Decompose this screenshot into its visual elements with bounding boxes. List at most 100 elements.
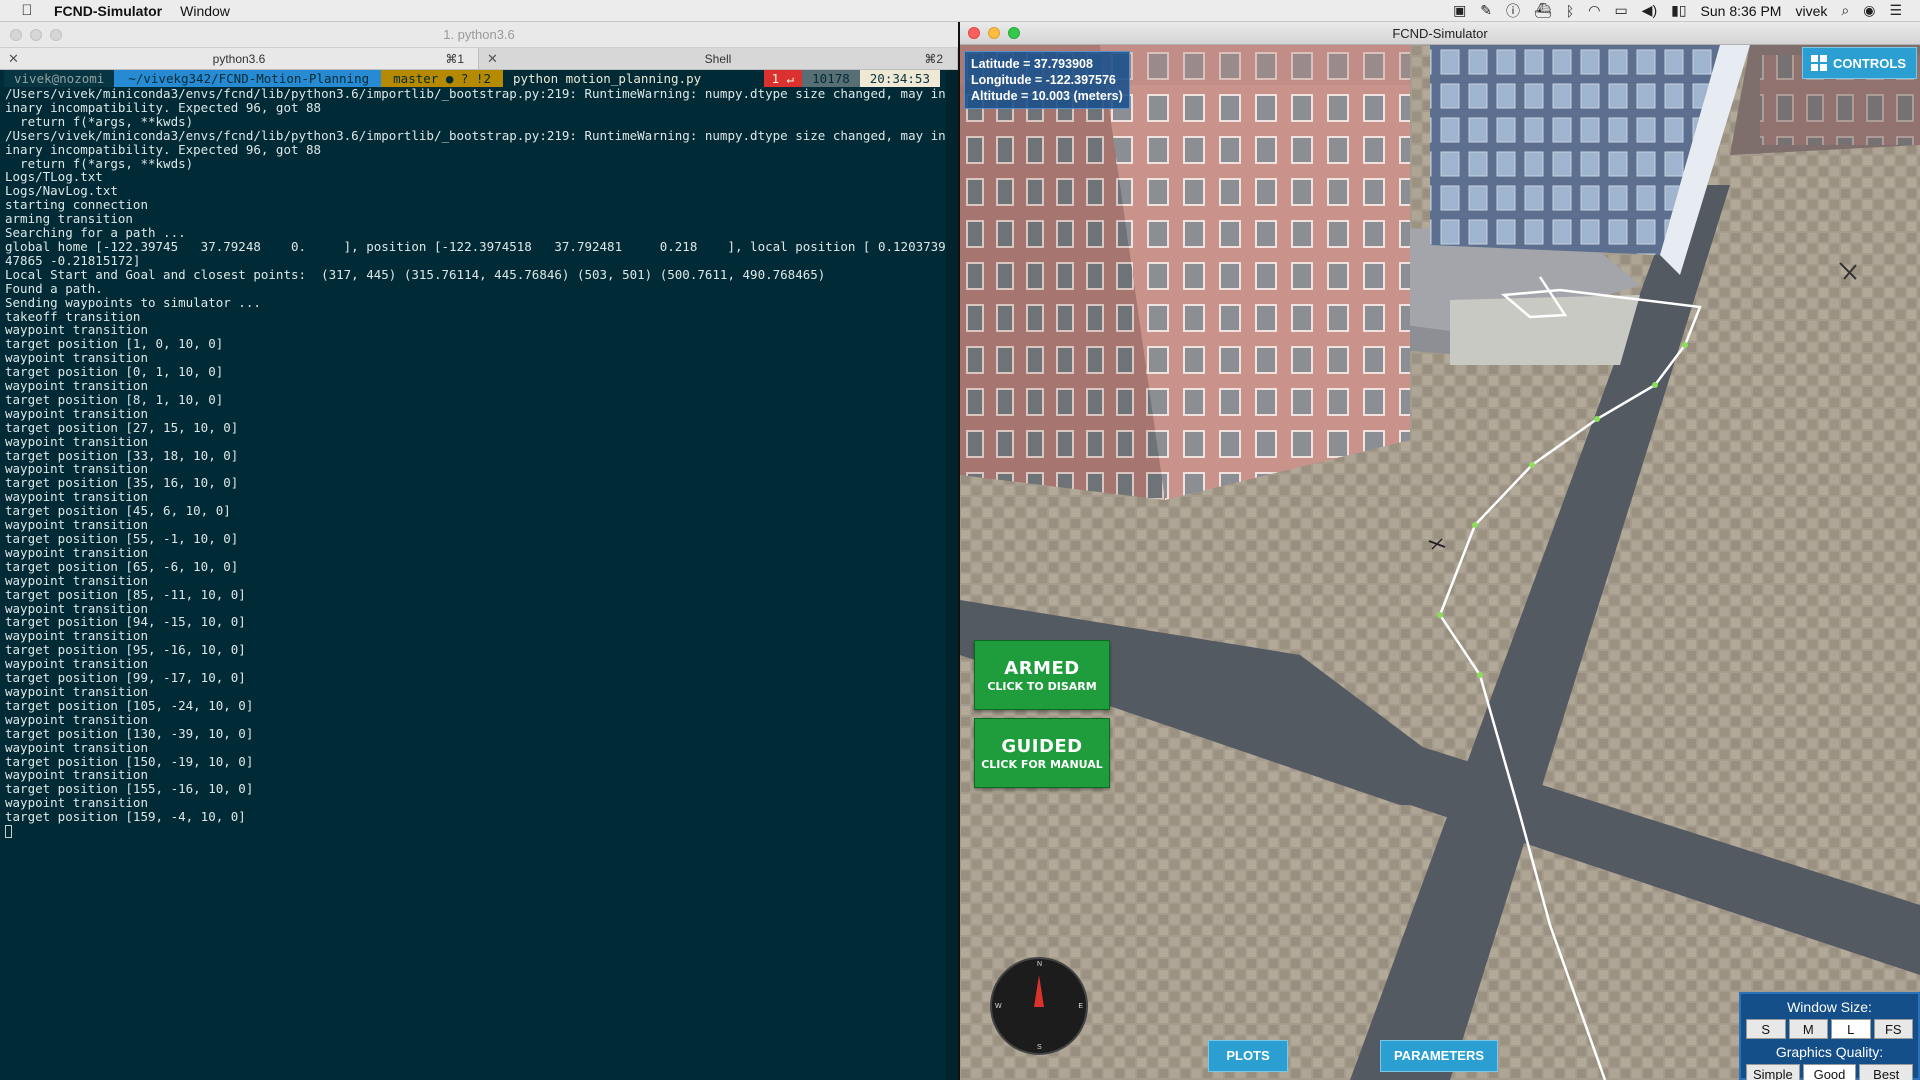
prompt-user-host: vivek@nozomi xyxy=(4,70,115,87)
terminal-line: target position [8, 1, 10, 0] xyxy=(5,391,224,407)
terminal-line: target position [55, -1, 10, 0] xyxy=(5,531,239,546)
window-size-fs-button[interactable]: FS xyxy=(1873,1019,1913,1039)
terminal-line: waypoint transition xyxy=(5,433,148,449)
terminal-scrollbar[interactable] xyxy=(946,70,958,1080)
longitude-readout: Longitude = -122.397576 xyxy=(971,73,1116,87)
minimize-window-icon[interactable] xyxy=(30,29,42,41)
terminal-line: waypoint transition xyxy=(5,795,148,811)
zoom-window-icon[interactable] xyxy=(50,29,62,41)
parameters-button[interactable]: PARAMETERS xyxy=(1380,1040,1498,1072)
close-window-icon[interactable] xyxy=(10,29,22,41)
apple-icon[interactable]:  xyxy=(0,2,54,19)
screen-icon[interactable]: ▣ xyxy=(1453,2,1466,19)
volume-icon[interactable]: ◀) xyxy=(1642,2,1657,19)
terminal-line: target position [159, -4, 10, 0] xyxy=(5,809,246,825)
terminal-line: target position [150, -19, 10, 0] xyxy=(5,753,254,769)
terminal-line: Searching for a path ... xyxy=(5,225,186,241)
terminal-line: target position [0, 1, 10, 0] xyxy=(5,364,224,380)
terminal-line: /Users/vivek/miniconda3/envs/fcnd/lib/py… xyxy=(5,127,1006,143)
close-tab-icon[interactable]: ✕ xyxy=(8,51,19,67)
plots-button[interactable]: PLOTS xyxy=(1208,1040,1288,1072)
controls-label: CONTROLS xyxy=(1833,55,1906,71)
window-size-s-button[interactable]: S xyxy=(1746,1019,1786,1039)
notification-icon[interactable]: ☰ xyxy=(1889,2,1902,19)
terminal-line: global home [-122.39745 37.79248 0. ], p… xyxy=(5,238,1006,254)
compass-needle-icon xyxy=(1034,975,1044,1007)
terminal-line: Local Start and Goal and closest points:… xyxy=(5,266,826,282)
quality-best-button[interactable]: Best xyxy=(1859,1064,1914,1080)
shell-prompt: vivek@nozomi ~/vivekg342/FCND-Motion-Pla… xyxy=(0,70,958,87)
grid-icon xyxy=(1811,55,1828,71)
close-window-icon[interactable] xyxy=(968,27,980,39)
terminal-line: waypoint transition xyxy=(5,350,148,366)
terminal-line: Found a path. xyxy=(5,280,103,296)
simulator-title: FCND-Simulator xyxy=(1392,25,1488,41)
terminal-line: waypoint transition xyxy=(5,322,148,338)
terminal-line: target position [95, -16, 10, 0] xyxy=(5,642,246,658)
armed-button[interactable]: ARMED CLICK TO DISARM xyxy=(974,640,1110,710)
waypoint-marker xyxy=(1682,342,1688,348)
terminal-output[interactable]: /Users/vivek/miniconda3/envs/fcnd/lib/py… xyxy=(0,87,1006,825)
terminal-line: waypoint transition xyxy=(5,489,148,505)
terminal-title: 1. python3.6 xyxy=(443,27,515,42)
status-area: ▣ ✎ ⓘ ⛴ ᛒ ◠ ▭ ◀) ▮▯ Sun 8:36 PM vivek ⌕ … xyxy=(1453,1,1920,21)
terminal-line: takeoff transition xyxy=(5,308,141,324)
quality-good-button[interactable]: Good xyxy=(1802,1064,1857,1080)
prompt-error-code: 1 ↵ xyxy=(763,70,803,87)
battery-icon[interactable]: ▮▯ xyxy=(1671,2,1686,19)
airplay-icon[interactable]: ▭ xyxy=(1614,2,1627,19)
terminal-titlebar[interactable]: 1. python3.6 xyxy=(0,22,958,48)
terminal-line: inary incompatibility. Expected 96, got … xyxy=(5,141,322,157)
terminal-line: waypoint transition xyxy=(5,628,148,644)
bluetooth-icon[interactable]: ᛒ xyxy=(1566,3,1574,19)
evernote-icon[interactable]: ✎ xyxy=(1480,2,1492,19)
wifi-icon[interactable]: ◠ xyxy=(1588,2,1600,19)
guided-sublabel: CLICK FOR MANUAL xyxy=(981,757,1103,771)
armed-sublabel: CLICK TO DISARM xyxy=(987,679,1097,693)
terminal-line: target position [130, -39, 10, 0] xyxy=(5,725,254,741)
terminal-tab-bar: ✕ python3.6 ⌘1 ✕ Shell ⌘2 xyxy=(0,48,958,70)
clock[interactable]: Sun 8:36 PM xyxy=(1701,3,1782,19)
terminal-line: waypoint transition xyxy=(5,683,148,699)
gps-readout: Latitude = 37.793908 Longitude = -122.39… xyxy=(964,51,1130,109)
terminal-window: 1. python3.6 ✕ python3.6 ⌘1 ✕ Shell ⌘2 v… xyxy=(0,22,1006,1080)
quality-simple-button[interactable]: Simple xyxy=(1746,1064,1800,1080)
terminal-line: target position [33, 18, 10, 0] xyxy=(5,447,239,463)
menu-window[interactable]: Window xyxy=(180,3,230,19)
graphics-quality-title: Graphics Quality: xyxy=(1775,1044,1884,1060)
spotlight-icon[interactable]: ⌕ xyxy=(1841,2,1849,19)
user-name[interactable]: vivek xyxy=(1795,3,1827,19)
tab-python[interactable]: ✕ python3.6 ⌘1 xyxy=(0,48,479,69)
city-scene xyxy=(960,45,1920,1080)
terminal-line: return f(*args, **kwds) xyxy=(5,155,194,171)
tab-label: Shell xyxy=(704,51,732,66)
simulator-3d-view[interactable] xyxy=(960,45,1920,1080)
terminal-line: target position [65, -6, 10, 0] xyxy=(5,558,239,574)
simulator-titlebar[interactable]: FCND-Simulator xyxy=(960,22,1920,45)
terminal-line: waypoint transition xyxy=(5,572,148,588)
guided-label: GUIDED xyxy=(1001,735,1083,757)
terminal-line: waypoint transition xyxy=(5,711,148,727)
minimize-window-icon[interactable] xyxy=(988,27,1000,39)
terminal-cursor xyxy=(5,825,12,839)
close-tab-icon[interactable]: ✕ xyxy=(487,51,498,67)
terminal-line: target position [27, 15, 10, 0] xyxy=(5,419,239,435)
zoom-window-icon[interactable] xyxy=(1008,27,1020,39)
tab-shell[interactable]: ✕ Shell ⌘2 xyxy=(479,48,958,69)
terminal-line: target position [99, -17, 10, 0] xyxy=(5,670,246,686)
parameters-label: PARAMETERS xyxy=(1393,1048,1485,1063)
window-size-l-button[interactable]: L xyxy=(1831,1019,1871,1039)
docker-icon[interactable]: ⛴ xyxy=(1534,2,1552,19)
settings-panel: Window Size: S M L FS Graphics Quality: … xyxy=(1739,992,1920,1080)
guided-button[interactable]: GUIDED CLICK FOR MANUAL xyxy=(974,718,1110,788)
onepassword-icon[interactable]: ⓘ xyxy=(1506,1,1520,21)
window-size-m-button[interactable]: M xyxy=(1788,1019,1828,1039)
menu-app-name[interactable]: FCND-Simulator xyxy=(54,3,162,19)
siri-icon[interactable]: ◉ xyxy=(1863,2,1875,19)
plaza-ledge xyxy=(1450,295,1640,365)
controls-button[interactable]: CONTROLS xyxy=(1802,47,1917,79)
window-size-options: S M L FS xyxy=(1741,1019,1918,1039)
terminal-line: Logs/TLog.txt xyxy=(5,169,103,185)
waypoint-marker xyxy=(1652,382,1658,388)
waypoint-marker xyxy=(1437,612,1443,618)
